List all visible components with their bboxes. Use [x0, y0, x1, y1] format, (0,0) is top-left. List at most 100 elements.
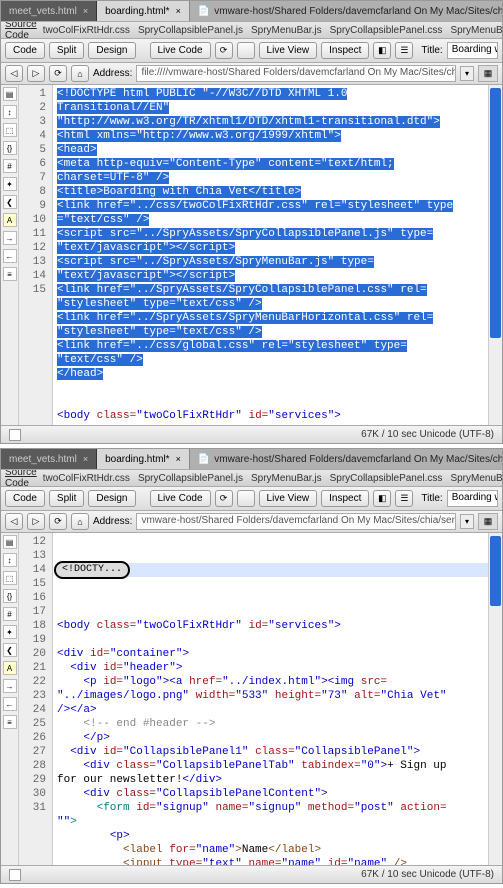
home-icon[interactable]: ⌂ [71, 513, 89, 530]
close-icon[interactable]: × [176, 454, 181, 464]
home-icon[interactable]: ⌂ [71, 65, 89, 82]
indent-icon[interactable]: → [3, 231, 17, 245]
forward-icon[interactable]: ▷ [27, 65, 45, 82]
syntax-color-icon[interactable]: A [3, 661, 17, 675]
collapsed-code-tag[interactable]: <!DOCTY... [54, 561, 130, 579]
scroll-thumb[interactable] [490, 88, 501, 338]
balance-braces-icon[interactable]: {} [3, 141, 17, 155]
related-file[interactable]: SpryCollapsiblePanel.css [330, 25, 443, 36]
back-icon[interactable]: ◁ [5, 513, 23, 530]
live-view-button[interactable]: Live View [259, 42, 318, 59]
split-view-button[interactable]: Split [49, 42, 84, 59]
related-file[interactable]: SpryMenuBar [450, 473, 502, 484]
forward-icon[interactable]: ▷ [27, 513, 45, 530]
address-toolbar: ◁ ▷ ⟳ ⌂ Address: vmware-host/Shared Fold… [1, 511, 502, 533]
live-code-button[interactable]: Live Code [150, 490, 211, 507]
tab-meet-vets[interactable]: meet_vets.html× [1, 1, 97, 21]
address-input[interactable]: file:////vmware-host/Shared Folders/dave… [136, 65, 456, 82]
related-file[interactable]: SpryMenuBar [450, 25, 502, 36]
multiscreen-icon[interactable]: ◧ [373, 490, 391, 507]
tab-boarding[interactable]: boarding.html*× [97, 1, 190, 21]
refresh-icon[interactable]: ⟳ [215, 490, 233, 507]
stop-refresh-icon[interactable]: ⟳ [49, 65, 67, 82]
format-icon[interactable]: ≡ [3, 267, 17, 281]
title-input[interactable]: Boarding with Chia Vet [447, 42, 498, 59]
back-icon[interactable]: ◁ [5, 65, 23, 82]
related-file[interactable]: SpryMenuBar.js [251, 25, 322, 36]
view-toolbar: Code Split Design Live Code ⟳ Live View … [1, 39, 502, 63]
status-bar: 67K / 10 sec Unicode (UTF-8) [1, 865, 502, 883]
browser-icon[interactable]: ☰ [395, 490, 413, 507]
collapse-icon[interactable]: ↕ [3, 105, 17, 119]
stop-refresh-icon[interactable]: ⟳ [49, 513, 67, 530]
design-view-button[interactable]: Design [88, 42, 135, 59]
line-numbers-icon[interactable]: # [3, 159, 17, 173]
related-file[interactable]: SpryCollapsiblePanel.js [138, 25, 243, 36]
apply-comment-icon[interactable]: ❮ [3, 643, 17, 657]
status-text: 67K / 10 sec Unicode (UTF-8) [361, 869, 494, 880]
line-numbers-icon[interactable]: # [3, 607, 17, 621]
vertical-scrollbar[interactable] [488, 85, 502, 425]
close-icon[interactable]: × [83, 454, 88, 464]
code-sidebar: ▤ ↕ ⬚ {} # ✦ ❮ A → ← ≡ [1, 533, 19, 865]
related-file[interactable]: twoColFixRtHdr.css [43, 473, 130, 484]
tag-selector[interactable] [9, 429, 21, 441]
design-view-button[interactable]: Design [88, 490, 135, 507]
browser-icon[interactable]: ☰ [395, 42, 413, 59]
settings-icon[interactable]: ▦ [478, 65, 498, 82]
server-icon[interactable] [237, 490, 255, 507]
close-icon[interactable]: × [176, 6, 181, 16]
outdent-icon[interactable]: ← [3, 249, 17, 263]
related-file[interactable]: SpryCollapsiblePanel.js [138, 473, 243, 484]
tab-meet-vets[interactable]: meet_vets.html× [1, 449, 97, 469]
code-editor-area: ▤ ↕ ⬚ {} # ✦ ❮ A → ← ≡ 12131415161718192… [1, 533, 502, 865]
line-number-gutter: 123456789101112131415 [19, 85, 53, 425]
highlight-icon[interactable]: ✦ [3, 177, 17, 191]
address-input[interactable]: vmware-host/Shared Folders/davemcfarland… [136, 513, 456, 530]
split-view-button[interactable]: Split [49, 490, 84, 507]
address-toolbar: ◁ ▷ ⟳ ⌂ Address: file:////vmware-host/Sh… [1, 63, 502, 85]
select-parent-icon[interactable]: ⬚ [3, 123, 17, 137]
open-docs-icon[interactable]: ▤ [3, 87, 17, 101]
code-view-button[interactable]: Code [5, 490, 45, 507]
collapse-icon[interactable]: ↕ [3, 553, 17, 567]
file-breadcrumb: 📄vmware-host/Shared Folders/davemcfarlan… [190, 449, 502, 469]
address-label: Address: [93, 516, 132, 527]
settings-icon[interactable]: ▦ [478, 513, 498, 530]
live-code-button[interactable]: Live Code [150, 42, 211, 59]
syntax-color-icon[interactable]: A [3, 213, 17, 227]
source-code-label[interactable]: Source Code [5, 469, 37, 487]
refresh-icon[interactable]: ⟳ [215, 42, 233, 59]
title-input[interactable]: Boarding with Chia Vet [447, 490, 498, 507]
tag-selector[interactable] [9, 869, 21, 881]
source-code-label[interactable]: Source Code [5, 21, 37, 39]
server-icon[interactable] [237, 42, 255, 59]
balance-braces-icon[interactable]: {} [3, 589, 17, 603]
highlight-icon[interactable]: ✦ [3, 625, 17, 639]
code-content[interactable]: <!DOCTY... <body class="twoColFixRtHdr" … [53, 533, 502, 865]
code-content[interactable]: <!DOCTYPE html PUBLIC "-//W3C//DTD XHTML… [53, 85, 502, 425]
outdent-icon[interactable]: ← [3, 697, 17, 711]
multiscreen-icon[interactable]: ◧ [373, 42, 391, 59]
open-docs-icon[interactable]: ▤ [3, 535, 17, 549]
select-parent-icon[interactable]: ⬚ [3, 571, 17, 585]
live-view-button[interactable]: Live View [259, 490, 318, 507]
close-icon[interactable]: × [83, 6, 88, 16]
scroll-thumb[interactable] [490, 536, 501, 606]
code-view-button[interactable]: Code [5, 42, 45, 59]
line-number-gutter: 1213141516171819202122232425262728293031 [19, 533, 53, 865]
address-dropdown-icon[interactable]: ▾ [460, 66, 474, 81]
format-icon[interactable]: ≡ [3, 715, 17, 729]
tab-boarding[interactable]: boarding.html*× [97, 449, 190, 469]
related-file[interactable]: SpryMenuBar.js [251, 473, 322, 484]
view-toolbar: Code Split Design Live Code ⟳ Live View … [1, 487, 502, 511]
address-dropdown-icon[interactable]: ▾ [460, 514, 474, 529]
inspect-button[interactable]: Inspect [321, 490, 369, 507]
vertical-scrollbar[interactable] [488, 533, 502, 865]
apply-comment-icon[interactable]: ❮ [3, 195, 17, 209]
related-file[interactable]: twoColFixRtHdr.css [43, 25, 130, 36]
inspect-button[interactable]: Inspect [321, 42, 369, 59]
status-text: 67K / 10 sec Unicode (UTF-8) [361, 429, 494, 440]
indent-icon[interactable]: → [3, 679, 17, 693]
related-file[interactable]: SpryCollapsiblePanel.css [330, 473, 443, 484]
